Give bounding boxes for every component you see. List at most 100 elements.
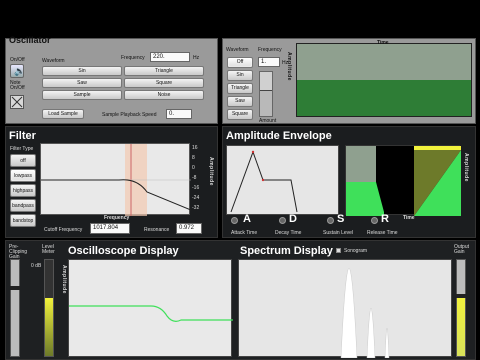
lfo-panel: Waveform Frequency Off Sin Triangle Saw …	[222, 38, 476, 124]
lfo-amount-fill	[260, 89, 272, 116]
level-meter	[44, 259, 54, 357]
sustain-knob-icon	[327, 217, 334, 224]
filter-off-button[interactable]: off	[10, 154, 36, 167]
filter-type-label: Filter Type	[10, 146, 34, 152]
release-time-label: Release Time	[367, 230, 398, 236]
cutoff-input[interactable]: 1017.804	[90, 223, 130, 234]
resonance-input[interactable]: 0.972	[176, 223, 202, 234]
filter-bandstop-button[interactable]: bandstop	[10, 214, 36, 227]
lfo-amplitude-label: Amplitude	[286, 52, 292, 81]
attack-knob[interactable]: A	[231, 213, 261, 229]
waveform-label: Waveform	[42, 58, 65, 64]
sonogram-label: Sonogram	[344, 248, 368, 254]
envelope-release-area	[414, 150, 461, 216]
output-gain-handle	[456, 294, 466, 298]
frequency-label: Frequency	[121, 55, 145, 61]
lfo-square-button[interactable]: Square	[227, 109, 253, 120]
filter-panel: Filter Filter Type off lowpass highpass …	[5, 126, 218, 238]
envelope-curve	[230, 150, 298, 213]
pre-gain-slider[interactable]	[10, 259, 20, 357]
tick-label: 16	[192, 145, 198, 151]
filter-frequency-axis-label: Frequency	[104, 215, 130, 221]
resonance-label: Resonance	[144, 227, 170, 233]
oscilloscope-trace	[69, 305, 233, 322]
waveform-sin-button[interactable]: Sin	[42, 66, 122, 76]
db-label: 0 dB	[31, 263, 42, 269]
playback-speed-label: Sample Playback Speed	[102, 112, 157, 118]
tick-label: 0	[192, 165, 195, 171]
tick-label: -32	[192, 205, 200, 211]
decay-knob[interactable]: D	[279, 213, 309, 229]
lfo-sin-button[interactable]: Sin	[227, 70, 253, 81]
waveform-saw-button[interactable]: Saw	[42, 78, 122, 88]
note-onoff-label: Note On/Off	[10, 80, 25, 91]
filter-lowpass-button[interactable]: lowpass	[10, 169, 36, 182]
note-toggle-button[interactable]	[10, 95, 24, 109]
output-gain-fill	[457, 294, 465, 356]
sonogram-checkbox	[336, 248, 341, 253]
load-sample-button[interactable]: Load Sample	[42, 109, 84, 119]
lfo-off-button[interactable]: Off	[227, 57, 253, 68]
waveform-noise-button[interactable]: Noise	[124, 90, 204, 100]
attack-time-label: Attack Time	[231, 230, 258, 236]
waveform-square-button[interactable]: Square	[124, 78, 204, 88]
tick-label: 8	[192, 155, 195, 161]
lfo-amount-slider[interactable]	[259, 71, 273, 117]
filter-highpass-button[interactable]: highpass	[10, 184, 36, 197]
frequency-unit: Hz	[193, 55, 200, 61]
tick-label: -8	[192, 175, 197, 181]
playback-speed-input[interactable]: 0.	[166, 109, 192, 119]
envelope-amplitude-label: Amplitude	[463, 153, 469, 182]
attack-knob-icon	[231, 217, 238, 224]
pre-gain-label: Pre-Clipping Gain	[9, 244, 28, 260]
level-meter-label: Level Meter	[42, 244, 55, 255]
attack-letter: A	[243, 213, 251, 225]
filter-y-ticks: 16 8 0 -8 -16 -24 -32	[192, 145, 204, 215]
tick-label: -24	[192, 195, 200, 201]
speaker-icon: 🔈	[14, 66, 26, 76]
lfo-waveform-label: Waveform	[226, 47, 249, 53]
sustain-level-label: Sustain Level	[323, 230, 354, 236]
output-gain-label: Output Gain	[454, 244, 470, 255]
pre-gain-handle	[10, 286, 20, 290]
release-knob[interactable]: R	[371, 213, 401, 229]
oscilloscope-display	[68, 259, 233, 357]
filter-bandpass-button[interactable]: bandpass	[10, 199, 36, 212]
envelope-panel: Amplitude Envelope Amplitude Time A D S	[222, 126, 476, 238]
lfo-display: Amplitude Time	[286, 40, 472, 117]
sonogram-toggle[interactable]: Sonogram	[336, 247, 386, 255]
decay-letter: D	[289, 213, 297, 225]
lfo-saw-button[interactable]: Saw	[227, 96, 253, 107]
lfo-triangle-button[interactable]: Triangle	[227, 83, 253, 94]
output-gain-slider[interactable]	[456, 259, 466, 357]
frequency-input[interactable]: 220.	[150, 52, 190, 62]
waveform-sample-button[interactable]: Sample	[42, 90, 122, 100]
envelope-display	[345, 145, 461, 216]
level-meter-fill	[45, 298, 53, 356]
x-icon	[11, 96, 23, 108]
lfo-display-top	[297, 44, 471, 80]
decay-time-label: Decay Time	[275, 230, 302, 236]
spectrum-title: Spectrum Display	[240, 245, 333, 257]
envelope-decay-shape	[376, 182, 384, 216]
filter-amplitude-label: Amplitude	[208, 157, 214, 186]
envelope-time-label: Time	[403, 215, 415, 221]
waveform-triangle-button[interactable]: Triangle	[124, 66, 204, 76]
onoff-label: On/Off	[10, 57, 25, 63]
lfo-frequency-label: Frequency	[258, 47, 282, 53]
oscillator-title: Oscillator	[9, 35, 51, 45]
tick-label: -16	[192, 185, 200, 191]
spectrum-display	[238, 259, 452, 358]
lfo-frequency-input[interactable]: 1.	[258, 57, 280, 67]
decay-knob-icon	[279, 217, 286, 224]
oscilloscope-title: Oscilloscope Display	[68, 245, 179, 257]
oscillator-panel: Oscillator On/Off 🔈 Note On/Off Waveform…	[5, 35, 218, 124]
speaker-toggle-button[interactable]: 🔈	[10, 64, 26, 78]
sustain-letter: S	[337, 213, 345, 225]
filter-title: Filter	[9, 130, 36, 142]
mixer-panel: Pre-Clipping Gain 0 dB Level Meter Oscil…	[5, 240, 476, 360]
sustain-knob[interactable]: S	[327, 213, 357, 229]
envelope-editor[interactable]	[226, 145, 339, 215]
filter-response-graph[interactable]	[40, 143, 191, 216]
oscilloscope-amplitude-label: Amplitude	[61, 265, 67, 294]
